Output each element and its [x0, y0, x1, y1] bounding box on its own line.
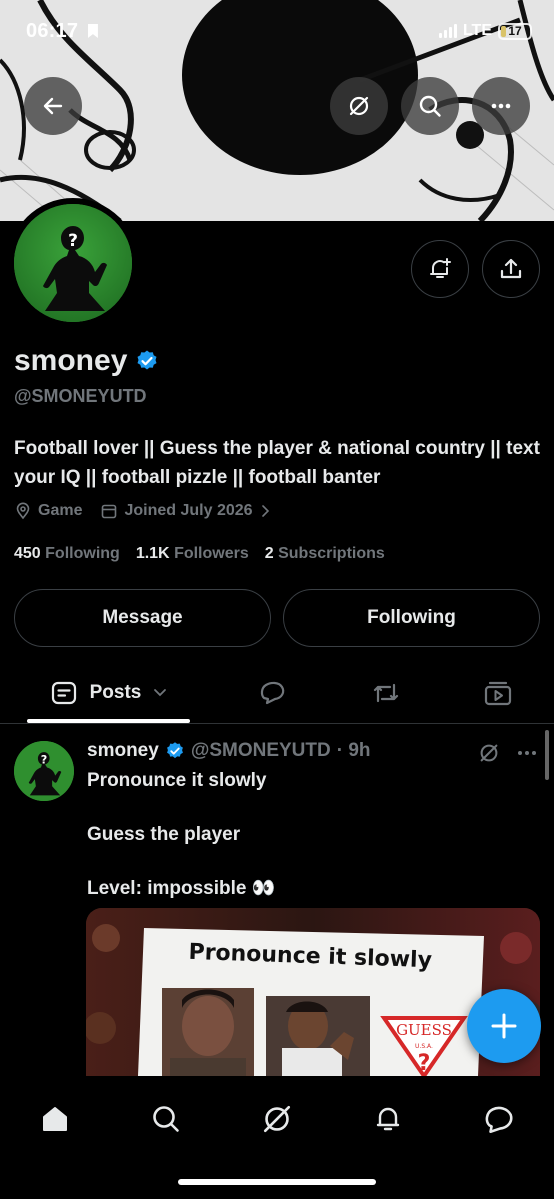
avatar[interactable]: ? [14, 204, 132, 322]
arrow-left-icon [43, 97, 63, 115]
following-stat[interactable]: 450 Following [14, 545, 120, 563]
chevron-right-icon [261, 505, 269, 517]
plus-icon [491, 1013, 517, 1039]
verified-badge-icon[interactable] [135, 349, 159, 373]
bookmark-icon [87, 24, 98, 38]
profile-stats: 450 Following 1.1K Followers 2 Subscript… [14, 545, 385, 563]
post-time: · 9h [336, 740, 371, 761]
subscriptions-stat[interactable]: 2 Subscriptions [265, 545, 385, 563]
post-grok-button[interactable] [477, 741, 501, 770]
post-media[interactable]: Pronounce it slowly GUESS U.S.A. ? [86, 908, 540, 1076]
tabs-divider [0, 723, 554, 724]
more-horizontal-icon [518, 751, 536, 755]
chevron-down-icon [154, 689, 167, 697]
calendar-icon [102, 504, 117, 519]
subscriptions-label: Subscriptions [278, 545, 385, 562]
profile-name: smoney [14, 344, 159, 378]
post-line: Guess the player [87, 824, 241, 845]
profile-tabs: Posts [0, 664, 554, 724]
more-horizontal-icon [491, 103, 511, 109]
status-time: 06:17 [26, 20, 98, 43]
post-more-button[interactable] [516, 743, 538, 768]
post-author-handle[interactable]: @SMONEYUTD [191, 740, 331, 762]
battery-icon: 17 [498, 22, 532, 40]
verified-badge-icon [166, 742, 183, 759]
followers-stat[interactable]: 1.1K Followers [136, 545, 249, 563]
category-item: Game [14, 502, 82, 520]
chat-bubble-icon [485, 1106, 513, 1134]
video-icon [484, 681, 512, 706]
joined-item[interactable]: Joined July 2026 [100, 502, 270, 520]
svg-text:?: ? [418, 1051, 431, 1076]
status-indicators: LTE 17 [438, 22, 532, 40]
bell-icon [376, 1107, 400, 1131]
posts-icon [51, 681, 76, 705]
status-bar: 06:17 LTE 17 [0, 0, 554, 60]
svg-text:?: ? [41, 753, 47, 766]
following-button[interactable]: Following [283, 589, 540, 647]
nav-home[interactable] [30, 1094, 80, 1144]
signal-icon [438, 24, 457, 38]
svg-text:GUESS: GUESS [396, 1021, 452, 1039]
category-label: Game [38, 502, 83, 519]
location-pin-icon [16, 502, 30, 520]
post-line: Pronounce it slowly [87, 770, 267, 791]
repost-icon [373, 683, 399, 703]
joined-label: Joined July 2026 [124, 502, 253, 519]
post-header: smoney @SMONEYUTD · 9h [87, 740, 371, 762]
tab-posts-label: Posts [89, 682, 142, 703]
following-label: Following [45, 545, 120, 562]
post-author-name[interactable]: smoney [87, 740, 159, 762]
display-name-text: smoney [14, 344, 128, 377]
grok-button[interactable] [330, 77, 388, 135]
tab-reposts[interactable] [360, 664, 412, 722]
svg-text:?: ? [68, 231, 78, 251]
post-body: Pronounce it slowly Guess the player Lev… [87, 767, 527, 929]
following-count: 450 [14, 545, 41, 562]
subscriptions-count: 2 [264, 545, 274, 562]
clock-text: 06:17 [26, 20, 79, 42]
tab-posts[interactable]: Posts [27, 664, 190, 722]
nav-search[interactable] [141, 1094, 191, 1144]
home-icon [43, 1107, 67, 1131]
avatar-silhouette-icon: ? [14, 741, 74, 801]
followers-label: Followers [174, 545, 249, 562]
avatar-silhouette-icon: ? [14, 204, 132, 322]
battery-fill [501, 25, 507, 37]
svg-text:U.S.A.: U.S.A. [415, 1043, 433, 1050]
tab-videos[interactable] [472, 664, 524, 722]
search-icon [153, 1106, 179, 1132]
tab-replies[interactable] [247, 664, 299, 722]
network-label: LTE [462, 22, 492, 39]
grok-icon [480, 744, 498, 762]
back-button[interactable] [24, 77, 82, 135]
post-image: Pronounce it slowly GUESS U.S.A. ? [86, 908, 540, 1076]
post-line: Level: impossible 👀 [87, 878, 276, 899]
reply-bubble-icon [260, 681, 285, 705]
share-icon [500, 258, 522, 279]
grok-icon [263, 1105, 291, 1133]
post-author-avatar[interactable]: ? [14, 741, 74, 801]
search-button[interactable] [401, 77, 459, 135]
grok-icon [349, 96, 369, 116]
nav-grok[interactable] [252, 1094, 302, 1144]
notify-button[interactable] [411, 240, 469, 298]
compose-button[interactable] [467, 989, 541, 1063]
nav-notifications[interactable] [363, 1094, 413, 1144]
scroll-indicator [545, 730, 549, 780]
profile-bio: Football lover || Guess the player & nat… [14, 438, 540, 488]
share-button[interactable] [482, 240, 540, 298]
followers-count: 1.1K [135, 545, 170, 562]
home-indicator [178, 1179, 376, 1185]
more-button[interactable] [472, 77, 530, 135]
bell-plus-icon [430, 258, 451, 278]
profile-meta: Game Joined July 2026 [14, 502, 271, 520]
search-icon [419, 95, 441, 117]
battery-level: 17 [508, 24, 522, 38]
nav-messages[interactable] [474, 1094, 524, 1144]
message-button[interactable]: Message [14, 589, 271, 647]
profile-handle: @SMONEYUTD [14, 386, 147, 406]
